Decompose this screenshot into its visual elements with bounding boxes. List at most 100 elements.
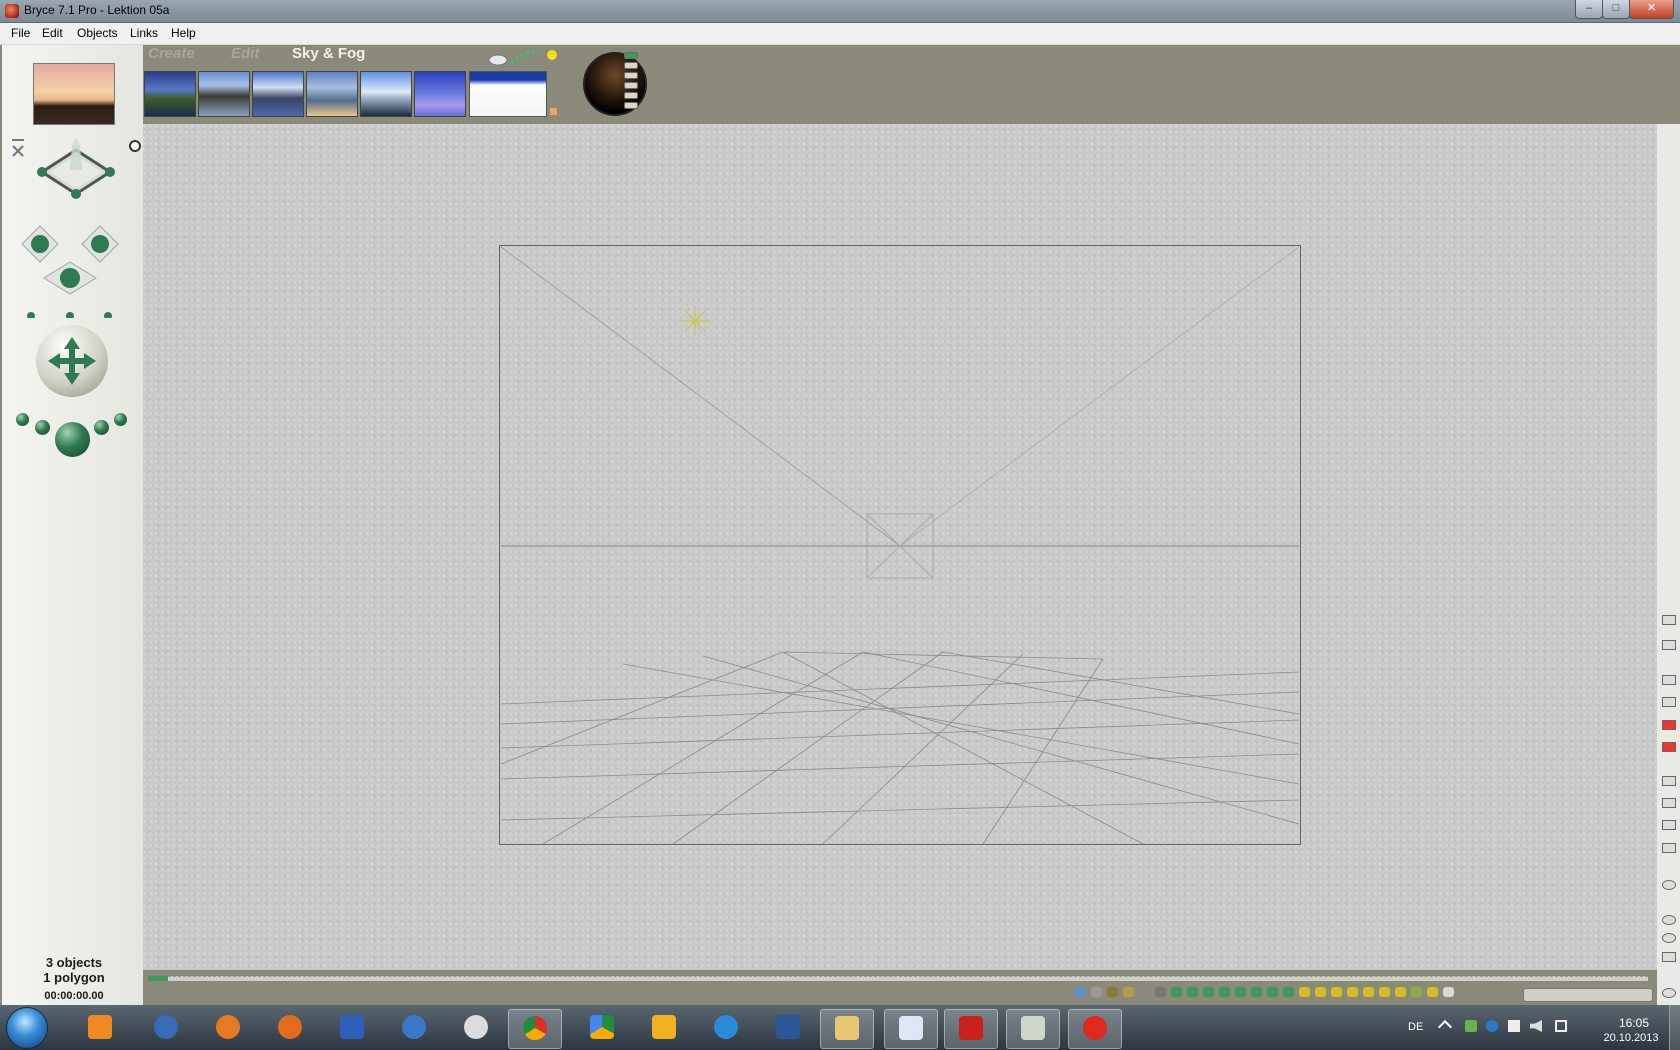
- display-icon[interactable]: [1662, 843, 1676, 853]
- task-opera[interactable]: [450, 1009, 502, 1047]
- task-firefox[interactable]: [264, 1009, 316, 1047]
- menu-objects[interactable]: Objects: [77, 26, 118, 40]
- task-thunderbird[interactable]: [140, 1009, 192, 1047]
- select-light-1-icon[interactable]: [1299, 987, 1310, 997]
- minimize-button[interactable]: –: [1575, 0, 1603, 19]
- bryce-app-icon[interactable]: [5, 4, 19, 18]
- zoom-dot-3[interactable]: [94, 420, 109, 435]
- timeline-scrubber[interactable]: [148, 976, 168, 981]
- select-rock-icon[interactable]: [1139, 987, 1150, 997]
- zoom-dot-1[interactable]: [16, 413, 29, 426]
- view-toggle-icon[interactable]: [129, 140, 141, 152]
- select-light-4-icon[interactable]: [1347, 987, 1358, 997]
- pencil-icon[interactable]: [1662, 615, 1676, 625]
- task-bryce[interactable]: [1006, 1009, 1060, 1049]
- memory-dots-right[interactable]: [624, 52, 638, 112]
- sky-preset-6[interactable]: [414, 71, 466, 117]
- select-camera-icon[interactable]: [1091, 987, 1102, 997]
- select-cube-icon[interactable]: [1235, 987, 1246, 997]
- zoom-dot-4[interactable]: [114, 413, 127, 426]
- select-pyramid-icon[interactable]: [1251, 987, 1262, 997]
- select-cylinder-icon[interactable]: [1203, 987, 1214, 997]
- tab-edit[interactable]: Edit: [231, 45, 259, 62]
- nano-preview[interactable]: [33, 63, 115, 125]
- select-disc-icon[interactable]: [1267, 987, 1278, 997]
- render-options-icon[interactable]: [1662, 697, 1676, 707]
- select-misc-icon[interactable]: [1443, 987, 1454, 997]
- cloud-sun-icon[interactable]: [486, 46, 566, 70]
- select-instance-icon[interactable]: [1395, 987, 1406, 997]
- task-chrome[interactable]: [508, 1009, 562, 1049]
- zoom-out-icon[interactable]: [1662, 933, 1676, 943]
- menu-edit[interactable]: Edit: [42, 26, 63, 40]
- eraser-icon[interactable]: [1662, 640, 1676, 650]
- task-google-drive[interactable]: [576, 1009, 628, 1047]
- zoom-dot-2[interactable]: [35, 420, 50, 435]
- rotate-icon[interactable]: [1662, 880, 1676, 890]
- sky-preset-4[interactable]: [306, 71, 358, 117]
- globe-icon[interactable]: [1662, 988, 1676, 998]
- network-icon[interactable]: [1555, 1020, 1567, 1032]
- clock-date[interactable]: 20.10.2013: [1586, 1032, 1676, 1044]
- task-app-6[interactable]: [388, 1009, 440, 1047]
- select-tree-icon[interactable]: [1123, 987, 1134, 997]
- select-light-5-icon[interactable]: [1363, 987, 1374, 997]
- camera-cross-controls[interactable]: [12, 218, 130, 318]
- maximize-button[interactable]: □: [1602, 0, 1630, 19]
- select-sphere-icon[interactable]: [1171, 987, 1182, 997]
- flag-icon[interactable]: [1508, 1020, 1520, 1032]
- select-light-2-icon[interactable]: [1315, 987, 1326, 997]
- select-icon[interactable]: [1075, 987, 1086, 997]
- task-app-17[interactable]: [1068, 1009, 1122, 1049]
- select-infinite-icon[interactable]: [1427, 987, 1438, 997]
- select-light-3-icon[interactable]: [1331, 987, 1342, 997]
- task-winamp[interactable]: [638, 1009, 690, 1047]
- select-torus-icon[interactable]: [1187, 987, 1198, 997]
- stop-icon[interactable]: [1662, 742, 1676, 752]
- task-explorer[interactable]: [820, 1009, 874, 1049]
- cloud-cover-preview[interactable]: [469, 71, 547, 117]
- tab-create[interactable]: Create: [148, 45, 195, 62]
- select-path-icon[interactable]: [1155, 987, 1166, 997]
- select-terrain-icon[interactable]: [1107, 987, 1118, 997]
- select-cone-icon[interactable]: [1219, 987, 1230, 997]
- skype-icon[interactable]: [1486, 1020, 1498, 1032]
- animation-timeline[interactable]: [148, 976, 1648, 981]
- menu-help[interactable]: Help: [171, 26, 196, 40]
- show-desktop-button[interactable]: [1669, 1005, 1680, 1050]
- render-mode-icon[interactable]: [1662, 675, 1676, 685]
- clock-time[interactable]: 16:05: [1604, 1016, 1664, 1030]
- task-text-editor[interactable]: [326, 1009, 378, 1047]
- select-group-icon[interactable]: [1379, 987, 1390, 997]
- select-cloud-icon[interactable]: [1411, 987, 1422, 997]
- start-button[interactable]: [6, 1007, 48, 1049]
- sky-preset-5[interactable]: [360, 71, 412, 117]
- task-media-center[interactable]: [74, 1009, 126, 1047]
- view-control-cube[interactable]: [36, 138, 116, 202]
- menu-links[interactable]: Links: [130, 26, 158, 40]
- zoom-ball[interactable]: [55, 422, 90, 457]
- select-plane-icon[interactable]: [1283, 987, 1294, 997]
- terrain-icon[interactable]: [1662, 798, 1676, 808]
- menu-file[interactable]: File: [11, 26, 30, 40]
- layers-icon[interactable]: [1662, 776, 1676, 786]
- tab-sky-fog[interactable]: Sky & Fog: [292, 45, 365, 62]
- task-word-document[interactable]: [884, 1009, 938, 1049]
- animation-controls[interactable]: [1523, 988, 1653, 1002]
- close-button[interactable]: ✕: [1629, 0, 1674, 19]
- sky-preset-2[interactable]: [198, 71, 250, 117]
- camera-direction-icon[interactable]: [10, 138, 26, 158]
- tray-app-icon[interactable]: [1465, 1020, 1477, 1032]
- task-internet-explorer[interactable]: [700, 1009, 752, 1047]
- language-indicator[interactable]: DE: [1408, 1021, 1423, 1033]
- sky-preset-1[interactable]: [144, 71, 196, 117]
- color-swatch-icon[interactable]: [550, 108, 557, 115]
- grid-icon[interactable]: [1662, 820, 1676, 830]
- record-icon[interactable]: [1662, 720, 1676, 730]
- task-acrobat[interactable]: [944, 1009, 998, 1049]
- task-app-3[interactable]: [202, 1009, 254, 1047]
- zoom-in-icon[interactable]: [1662, 915, 1676, 925]
- hand-icon[interactable]: [1662, 952, 1676, 962]
- sky-preset-3[interactable]: [252, 71, 304, 117]
- task-word[interactable]: [762, 1009, 814, 1047]
